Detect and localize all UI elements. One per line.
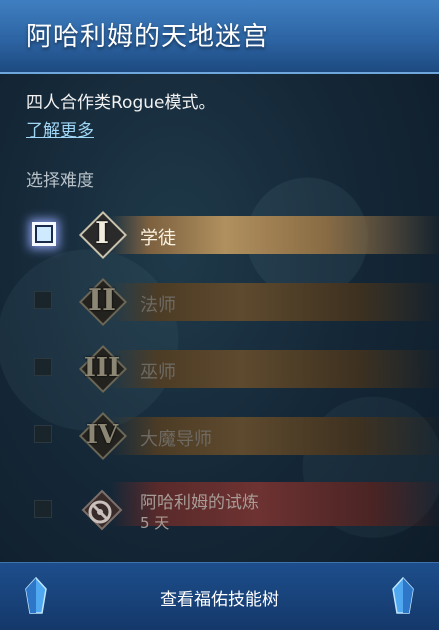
difficulty-label: 巫师 bbox=[140, 362, 176, 383]
rank-badge-icon: IV bbox=[78, 411, 128, 461]
difficulty-checkbox[interactable] bbox=[34, 291, 52, 309]
locked-trial-icon bbox=[80, 488, 124, 532]
difficulty-option-wizard[interactable]: III 巫师 bbox=[0, 344, 439, 394]
learn-more-link[interactable]: 了解更多 bbox=[26, 116, 94, 141]
difficulty-checkbox[interactable] bbox=[34, 358, 52, 376]
rank-badge-icon: I bbox=[78, 210, 128, 260]
difficulty-checkbox[interactable] bbox=[34, 425, 52, 443]
difficulty-label: 学徒 bbox=[140, 228, 176, 249]
mode-description: 四人合作类Rogue模式。 bbox=[26, 93, 216, 113]
page-title: 阿哈利姆的天地迷宫 bbox=[26, 22, 270, 52]
difficulty-option-grand-magus[interactable]: IV 大魔导师 bbox=[0, 411, 439, 461]
difficulty-option-apprentice[interactable]: I 学徒 bbox=[0, 210, 439, 260]
difficulty-label: 大魔导师 bbox=[140, 429, 212, 450]
difficulty-option-mage[interactable]: II 法师 bbox=[0, 277, 439, 327]
difficulty-checkbox[interactable] bbox=[34, 500, 52, 518]
difficulty-label: 阿哈利姆的试炼 bbox=[140, 493, 259, 513]
view-blessings-button[interactable]: 查看福佑技能树 bbox=[0, 562, 439, 630]
crystal-icon bbox=[392, 577, 414, 614]
rank-badge-icon: II bbox=[78, 277, 128, 327]
difficulty-heading: 选择难度 bbox=[26, 171, 94, 191]
difficulty-option-aghanims-trial[interactable]: 阿哈利姆的试炼 5 天 bbox=[0, 482, 439, 540]
view-blessings-label: 查看福佑技能树 bbox=[160, 590, 279, 610]
rank-badge-icon: III bbox=[78, 344, 128, 394]
trial-countdown: 5 天 bbox=[140, 514, 170, 532]
difficulty-checkbox[interactable] bbox=[32, 222, 56, 246]
header-bar: 阿哈利姆的天地迷宫 bbox=[0, 0, 439, 74]
difficulty-label: 法师 bbox=[140, 295, 176, 316]
